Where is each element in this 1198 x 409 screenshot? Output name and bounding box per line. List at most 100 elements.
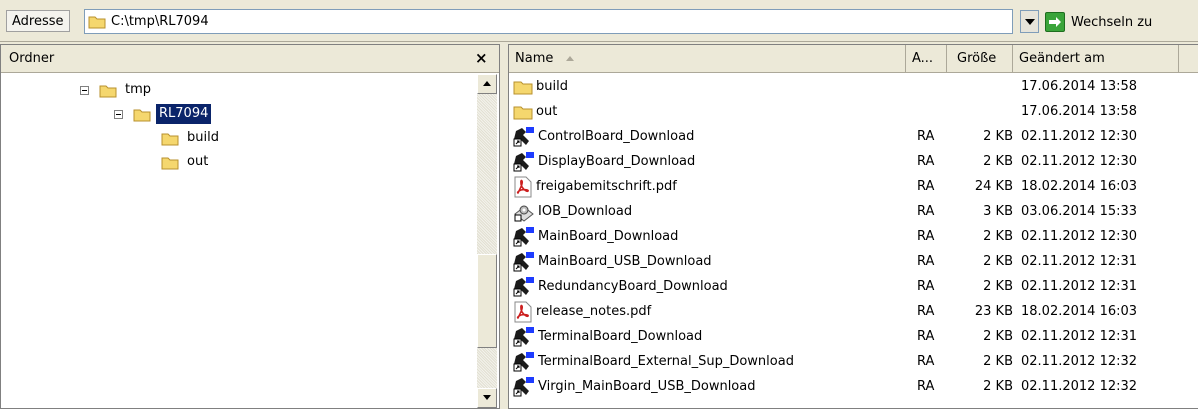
file-size: 2 KB (983, 154, 1013, 169)
folders-pane: Ordner × tmp RL7094 build out (0, 44, 500, 409)
file-row[interactable]: IOB_Download RA 3 KB 03.06.2014 15:33 (509, 199, 1198, 224)
file-name: MainBoard_Download (538, 229, 679, 244)
file-name-cell: RedundancyBoard_Download (513, 274, 903, 299)
file-modified: 18.02.2014 16:03 (1021, 304, 1138, 319)
file-name-cell: release_notes.pdf (513, 299, 903, 324)
file-attributes: RA (917, 329, 935, 344)
tree-item-tmp[interactable]: tmp (80, 79, 154, 101)
file-modified: 18.02.2014 16:03 (1021, 179, 1138, 194)
file-attributes: RA (917, 129, 935, 144)
file-modified: 02.11.2012 12:30 (1021, 129, 1138, 144)
file-attributes: RA (917, 154, 935, 169)
file-modified: 02.11.2012 12:31 (1021, 329, 1138, 344)
address-bar: Adresse C:\tmp\RL7094 Wechseln zu (0, 0, 1198, 42)
tree-item-label: out (187, 154, 209, 169)
file-row[interactable]: DisplayBoard_Download RA 2 KB 02.11.2012 12… (509, 149, 1198, 174)
file-row[interactable]: freigabemitschrift.pdf RA 24 KB 18.02.2014 … (509, 174, 1198, 199)
file-size (955, 99, 1013, 124)
file-size: 2 KB (983, 254, 1013, 269)
file-name: TerminalBoard_External_Sup_Download (538, 354, 794, 369)
file-row[interactable]: RedundancyBoard_Download RA 2 KB 02.11.2012… (509, 274, 1198, 299)
file-name-cell: TerminalBoard_Download (513, 324, 903, 349)
file-size: 2 KB (983, 354, 1013, 369)
sort-ascending-icon (565, 56, 574, 61)
folder-icon (161, 155, 179, 170)
scroll-up-button[interactable] (477, 74, 497, 94)
go-button-label: Wechseln zu (1071, 14, 1153, 30)
file-row[interactable]: MainBoard_Download RA 2 KB 02.11.2012 12:30 (509, 224, 1198, 249)
chevron-up-icon (483, 81, 491, 86)
file-name-cell: TerminalBoard_External_Sup_Download (513, 349, 903, 374)
file-modified: 17.06.2014 13:58 (1021, 104, 1138, 119)
column-header-size[interactable]: Größe (947, 45, 1013, 72)
column-header-name[interactable]: Name (509, 45, 906, 72)
folders-header: Ordner × (1, 45, 499, 73)
file-size: 2 KB (983, 279, 1013, 294)
address-dropdown-button[interactable] (1020, 10, 1039, 33)
file-name: freigabemitschrift.pdf (536, 179, 677, 194)
file-name: MainBoard_USB_Download (538, 254, 712, 269)
file-modified: 02.11.2012 12:31 (1021, 279, 1138, 294)
file-row[interactable]: MainBoard_USB_Download RA 2 KB 02.11.2012 1… (509, 249, 1198, 274)
shortcut-icon (513, 126, 535, 148)
column-headers: Name A... Größe Geändert am (509, 45, 1198, 73)
file-size: 2 KB (983, 379, 1013, 394)
file-size (955, 74, 1013, 99)
file-name: IOB_Download (538, 204, 633, 219)
file-name-cell: MainBoard_Download (513, 224, 903, 249)
file-modified: 02.11.2012 12:32 (1021, 379, 1138, 394)
file-list-pane: Name A... Größe Geändert am build 17.06.2… (508, 44, 1198, 409)
file-row[interactable]: TerminalBoard_External_Sup_Download RA 2 K… (509, 349, 1198, 374)
file-size: 2 KB (983, 329, 1013, 344)
tree-item-rl7094[interactable]: RL7094 (114, 103, 212, 125)
batch-icon (513, 202, 535, 222)
close-icon[interactable]: × (475, 49, 488, 67)
file-name-cell: Virgin_MainBoard_USB_Download (513, 374, 903, 399)
file-name: out (536, 104, 558, 119)
file-modified: 17.06.2014 13:58 (1021, 79, 1138, 94)
pdf-icon (513, 176, 533, 198)
file-attributes: RA (917, 279, 935, 294)
file-size: 24 KB (974, 179, 1013, 194)
file-modified: 02.11.2012 12:32 (1021, 354, 1138, 369)
folder-icon (133, 107, 151, 122)
scroll-thumb[interactable] (477, 254, 497, 348)
file-modified: 02.11.2012 12:31 (1021, 254, 1138, 269)
column-header-modified[interactable]: Geändert am (1013, 45, 1179, 72)
shortcut-icon (513, 251, 535, 273)
file-name: TerminalBoard_Download (538, 329, 703, 344)
file-attributes (917, 99, 955, 124)
go-button[interactable]: Wechseln zu (1045, 9, 1197, 35)
file-row[interactable]: out 17.06.2014 13:58 (509, 99, 1198, 124)
file-size: 3 KB (983, 204, 1013, 219)
folders-scrollbar[interactable] (477, 74, 497, 408)
folder-icon (99, 83, 117, 98)
tree-item-out[interactable]: out (161, 151, 211, 173)
scroll-down-button[interactable] (477, 388, 497, 408)
shortcut-icon (513, 326, 535, 348)
collapse-icon[interactable] (114, 109, 123, 119)
file-row[interactable]: release_notes.pdf RA 23 KB 18.02.2014 16:03 (509, 299, 1198, 324)
file-attributes (917, 74, 955, 99)
shortcut-icon (513, 276, 535, 298)
file-attributes: RA (917, 204, 935, 219)
folder-icon (513, 104, 533, 120)
shortcut-icon (513, 376, 535, 398)
file-modified: 03.06.2014 15:33 (1021, 204, 1138, 219)
pdf-icon (513, 301, 533, 323)
shortcut-icon (513, 351, 535, 373)
folder-icon (161, 131, 179, 146)
file-row[interactable]: TerminalBoard_Download RA 2 KB 02.11.2012 1… (509, 324, 1198, 349)
file-row[interactable]: ControlBoard_Download RA 2 KB 02.11.2012 12… (509, 124, 1198, 149)
file-attributes: RA (917, 179, 935, 194)
column-header-attributes[interactable]: A... (906, 45, 947, 72)
address-input[interactable]: C:\tmp\RL7094 (84, 9, 1013, 34)
folder-icon (88, 14, 106, 29)
folders-title: Ordner (9, 51, 55, 66)
tree-item-build[interactable]: build (161, 127, 222, 149)
file-row[interactable]: Virgin_MainBoard_USB_Download RA 2 KB 02.11… (509, 374, 1198, 399)
file-name: ControlBoard_Download (538, 129, 695, 144)
file-row[interactable]: build 17.06.2014 13:58 (509, 74, 1198, 99)
collapse-icon[interactable] (80, 85, 89, 95)
file-size: 2 KB (983, 129, 1013, 144)
